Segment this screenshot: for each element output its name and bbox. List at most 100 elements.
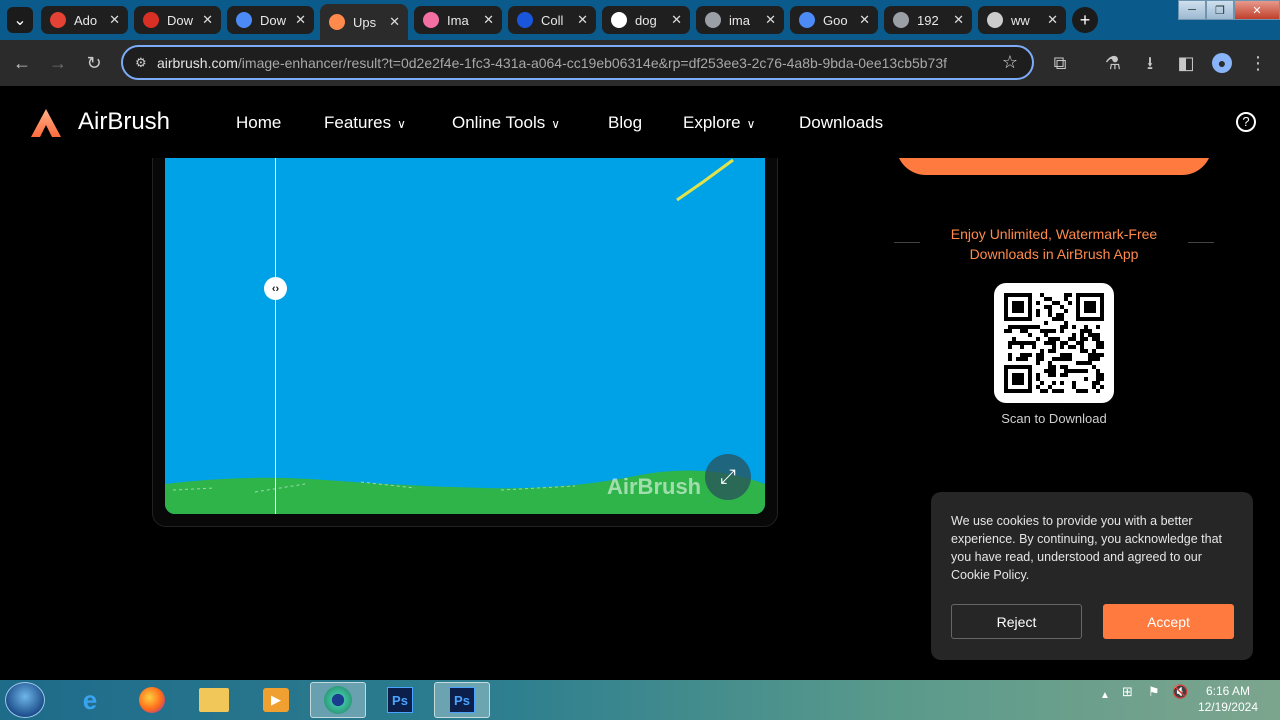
close-tab-icon[interactable]: ✕	[202, 12, 213, 28]
browser-tab[interactable]: dog ✕	[602, 6, 690, 34]
brand-name[interactable]: AirBrush	[78, 108, 170, 136]
browser-tab[interactable]: Dow ✕	[134, 6, 221, 34]
network-icon[interactable]: ⊞	[1122, 684, 1133, 700]
show-hidden-icons-arrow-icon[interactable]: ▲	[1100, 690, 1110, 701]
airbrush-icon	[329, 14, 345, 30]
close-window-icon[interactable]: ✕	[1234, 0, 1280, 20]
address-bar[interactable]: ⚙ airbrush.com/image-enhancer/result?t=0…	[121, 45, 1034, 80]
airbrush-logo-icon[interactable]	[30, 108, 62, 138]
back-arrow-icon[interactable]: ←	[12, 53, 32, 73]
side-panel-icon[interactable]: ◧	[1176, 53, 1196, 73]
nav-blog[interactable]: Blog	[608, 113, 642, 133]
compare-slider-handle[interactable]: ‹›	[264, 277, 287, 300]
start-orb-icon[interactable]	[5, 682, 45, 718]
app-promo-text: Enjoy Unlimited, Watermark-Free Download…	[920, 224, 1188, 264]
tab-title: ima	[729, 12, 750, 28]
more-menu-icon[interactable]: ⋮	[1248, 53, 1268, 73]
help-icon[interactable]: ?	[1236, 112, 1256, 132]
octopus-icon	[423, 12, 439, 28]
image-compare-preview[interactable]: ‹› AirBrush ⤢	[165, 158, 765, 514]
minimize-icon[interactable]: ─	[1178, 0, 1206, 20]
browser-toolbar: ← → ↻ ⚙ airbrush.com/image-enhancer/resu…	[0, 40, 1280, 86]
tab-title: Coll	[541, 12, 564, 28]
chevron-down-icon: ∨	[551, 117, 561, 131]
close-tab-icon[interactable]: ✕	[1047, 12, 1058, 28]
nav-explore[interactable]: Explore ∨	[683, 113, 755, 133]
browser-tab[interactable]: Ups ✕	[320, 4, 408, 40]
tab-search-dropdown-icon[interactable]: ⌄	[7, 7, 33, 33]
promo-line-2: Downloads in AirBrush App	[969, 246, 1139, 262]
chrome-icon[interactable]	[310, 682, 366, 718]
browser-tab[interactable]: 192 ✕	[884, 6, 972, 34]
address-url[interactable]: airbrush.com/image-enhancer/result?t=0d2…	[157, 55, 947, 71]
cookie-message: We use cookies to provide you with a bet…	[951, 514, 1223, 582]
globe-icon	[893, 12, 909, 28]
reload-icon[interactable]: ↻	[84, 53, 104, 73]
browser-tab[interactable]: Ima ✕	[414, 6, 502, 34]
photoshop-icon[interactable]: Ps	[434, 682, 490, 718]
tab-title: Ado	[74, 12, 98, 28]
close-tab-icon[interactable]: ✕	[765, 12, 776, 28]
tab-title: ww	[1011, 12, 1030, 28]
download-icon	[236, 12, 252, 28]
download-icon[interactable]: ⭳	[1140, 53, 1160, 73]
close-tab-icon[interactable]: ✕	[389, 14, 400, 30]
media-player-icon[interactable]: ▶	[248, 682, 304, 718]
browser-tab[interactable]: ww ✕	[978, 6, 1066, 34]
nav-online-tools[interactable]: Online Tools ∨	[452, 113, 560, 133]
tab-title: Dow	[167, 12, 194, 28]
browser-tab[interactable]: Dow ✕	[227, 6, 314, 34]
restore-icon[interactable]: ❐	[1206, 0, 1234, 20]
cookie-reject-button[interactable]: Reject	[951, 604, 1082, 639]
labs-flask-icon[interactable]: ⚗	[1103, 53, 1123, 73]
browser-tab[interactable]: Coll ✕	[508, 6, 596, 34]
profile-avatar-icon[interactable]: ●	[1212, 53, 1232, 73]
cookie-banner: We use cookies to provide you with a bet…	[931, 492, 1253, 660]
close-tab-icon[interactable]: ✕	[295, 12, 306, 28]
bookmark-star-icon[interactable]: ☆	[1002, 52, 1018, 73]
chevron-down-icon: ∨	[746, 117, 756, 131]
photoshop-icon[interactable]: Ps	[372, 682, 428, 718]
close-tab-icon[interactable]: ✕	[859, 12, 870, 28]
close-tab-icon[interactable]: ✕	[109, 12, 120, 28]
volume-muted-icon[interactable]: 🔇	[1172, 684, 1188, 700]
cookie-accept-button[interactable]: Accept	[1103, 604, 1234, 639]
search-icon	[517, 12, 533, 28]
forward-arrow-icon[interactable]: →	[48, 53, 68, 73]
browser-tab[interactable]: Goo ✕	[790, 6, 878, 34]
close-tab-icon[interactable]: ✕	[671, 12, 682, 28]
compare-divider-line[interactable]	[275, 158, 276, 514]
promo-line-1: Enjoy Unlimited, Watermark-Free	[950, 226, 1158, 242]
tab-title: Ima	[447, 12, 469, 28]
clock-date: 12/19/2024	[1197, 700, 1258, 714]
close-tab-icon[interactable]: ✕	[483, 12, 494, 28]
promo-divider-left	[894, 242, 920, 243]
close-tab-icon[interactable]: ✕	[577, 12, 588, 28]
file-explorer-icon[interactable]	[186, 682, 242, 718]
close-tab-icon[interactable]: ✕	[953, 12, 964, 28]
nav-home[interactable]: Home	[236, 113, 281, 133]
extensions-puzzle-icon[interactable]: ⧉	[1050, 53, 1070, 73]
taskbar-clock[interactable]: 6:16 AM 12/19/2024	[1198, 683, 1258, 715]
nav-downloads[interactable]: Downloads	[799, 113, 883, 133]
browser-tab-strip: ⌄ Ado ✕ Dow ✕ Dow ✕ Ups ✕ Ima ✕ Coll ✕ dog ✕ ima ✕ Goo ✕ 1…	[0, 0, 1280, 40]
clock-time: 6:16 AM	[1205, 684, 1250, 698]
fullscreen-expand-icon[interactable]: ⤢	[705, 454, 751, 500]
internet-explorer-icon[interactable]: e	[62, 682, 118, 718]
web-page: AirBrush Home Features ∨ Online Tools ∨ Bl…	[0, 86, 1280, 680]
site-settings-icon[interactable]: ⚙	[135, 55, 151, 71]
nav-features[interactable]: Features ∨	[324, 113, 406, 133]
promo-divider-right	[1188, 242, 1214, 243]
window-controls: ─ ❐ ✕	[1178, 0, 1280, 20]
browser-tab[interactable]: Ado ✕	[41, 6, 128, 34]
new-tab-button[interactable]: +	[1072, 7, 1098, 33]
sun-ray-stroke	[676, 158, 734, 202]
firefox-icon[interactable]	[124, 682, 180, 718]
action-center-flag-icon[interactable]: ⚑	[1148, 684, 1160, 700]
browser-tab[interactable]: ima ✕	[696, 6, 784, 34]
google-icon	[611, 12, 627, 28]
qr-code-pattern	[1004, 293, 1104, 393]
watermark-text: AirBrush	[607, 474, 702, 499]
gmail-icon	[143, 12, 159, 28]
tab-title: Goo	[823, 12, 848, 28]
